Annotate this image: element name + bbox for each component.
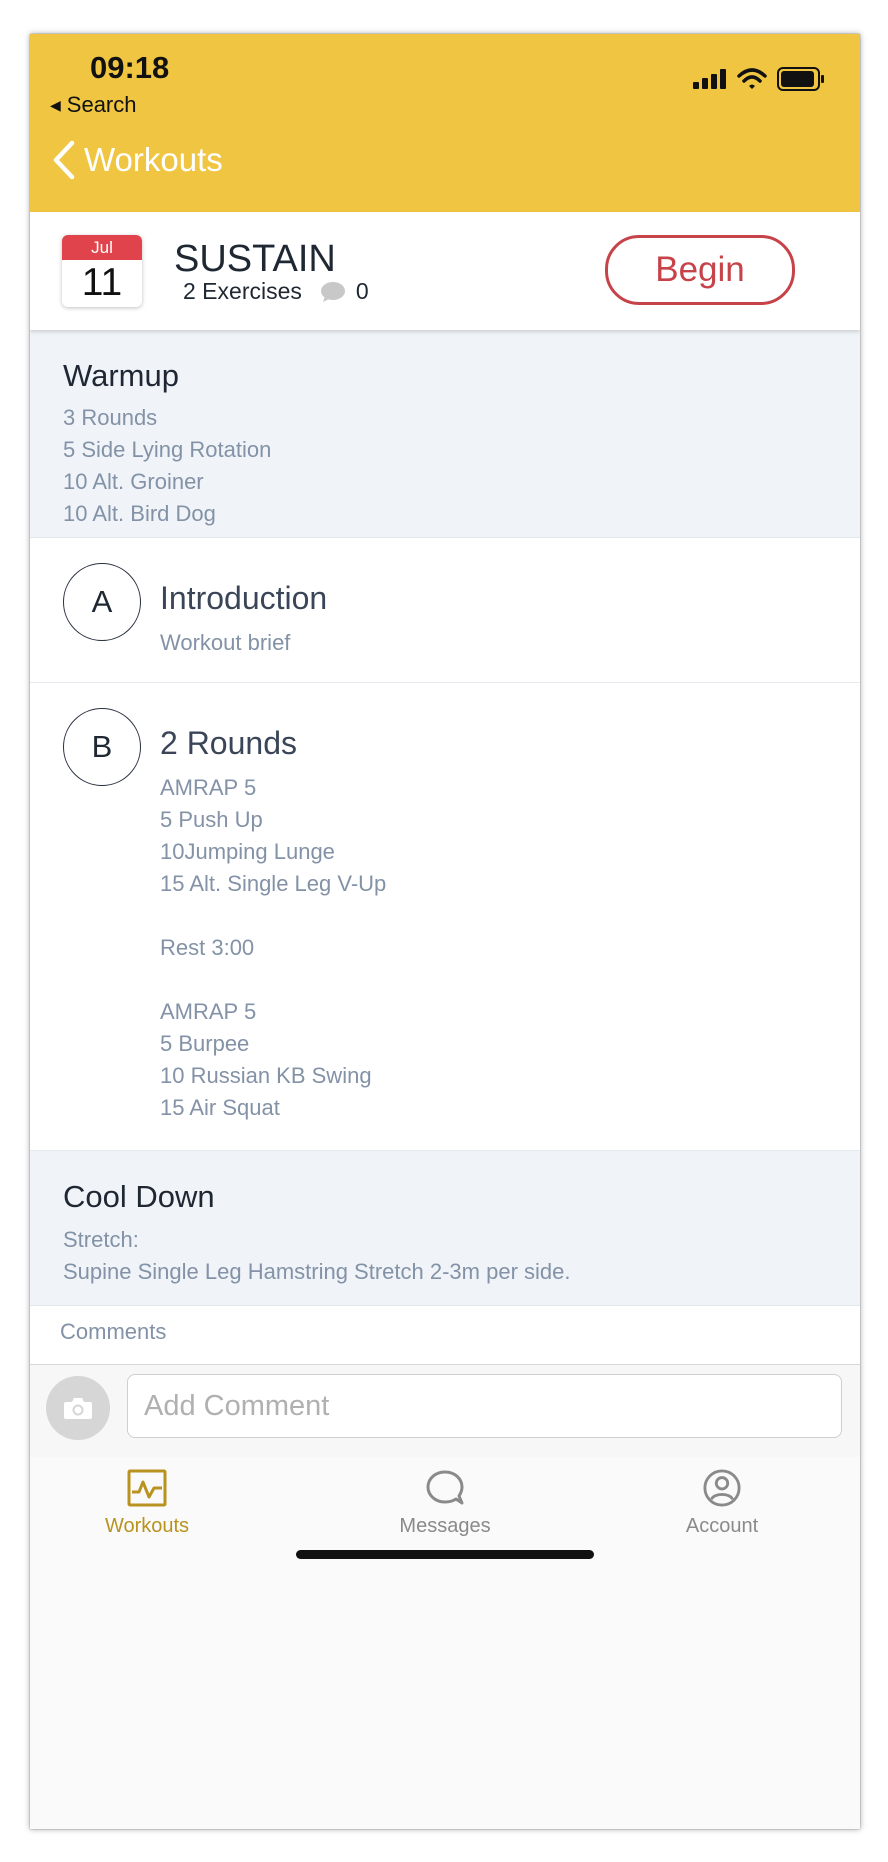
warmup-line: 10 Alt. Bird Dog (63, 501, 216, 526)
exercise-block-a[interactable]: A Introduction Workout brief (30, 538, 860, 683)
cellular-signal-icon (693, 69, 726, 89)
header-bar: 09:18 ◀ Search Workouts (30, 34, 860, 212)
block-description: Workout brief (160, 630, 291, 655)
tab-workouts-label: Workouts (104, 1515, 190, 1537)
block-title: 2 Rounds (160, 725, 297, 761)
block-description: AMRAP 5 5 Push Up 10Jumping Lunge 15 Alt… (160, 775, 387, 1184)
phone-screen: 09:18 ◀ Search Workouts Jul 11 SUSTAIN 2… (30, 34, 860, 1829)
comment-bubble-icon (320, 281, 345, 302)
activity-chart-icon (127, 1469, 167, 1507)
tab-account-label: Account (685, 1515, 759, 1537)
cooldown-details: Stretch: Supine Single Leg Hamstring Str… (63, 1224, 570, 1288)
back-label: Workouts (84, 141, 223, 178)
block-letter-badge: A (63, 563, 141, 641)
user-circle-icon (703, 1469, 741, 1507)
workout-meta: 2 Exercises 0 (183, 278, 369, 305)
tab-messages-label: Messages (399, 1515, 491, 1537)
home-indicator[interactable] (296, 1550, 594, 1559)
warmup-title: Warmup (63, 358, 179, 393)
cooldown-section: Cool Down Stretch: Supine Single Leg Ham… (30, 1151, 860, 1306)
cooldown-line: Stretch: (63, 1227, 139, 1252)
exercise-block-b[interactable]: B 2 Rounds AMRAP 5 5 Push Up 10Jumping L… (30, 683, 860, 1184)
begin-button[interactable]: Begin (605, 235, 795, 305)
camera-button[interactable] (46, 1376, 110, 1440)
status-time: 09:18 (90, 50, 170, 85)
calendar-month: Jul (62, 235, 142, 260)
comments-label: Comments (60, 1319, 167, 1344)
comment-composer (30, 1364, 860, 1458)
warmup-line: 3 Rounds (63, 405, 158, 430)
warmup-line: 10 Alt. Groiner (63, 469, 204, 494)
warmup-line: 5 Side Lying Rotation (63, 437, 272, 462)
calendar-date-icon: Jul 11 (62, 235, 142, 307)
tab-messages[interactable]: Messages (345, 1469, 545, 1538)
camera-icon (64, 1398, 92, 1419)
status-icons (693, 67, 825, 91)
cooldown-line: Supine Single Leg Hamstring Stretch 2-3m… (63, 1259, 571, 1284)
cooldown-title: Cool Down (63, 1179, 215, 1214)
block-letter-badge: B (63, 708, 141, 786)
tab-bar: Workouts Messages Account (30, 1457, 860, 1597)
tab-account[interactable]: Account (622, 1469, 822, 1538)
chevron-left-icon (53, 140, 75, 180)
back-to-workouts-button[interactable]: Workouts (52, 140, 223, 180)
warmup-section: Warmup 3 Rounds 5 Side Lying Rotation 10… (30, 330, 860, 538)
calendar-day: 11 (81, 261, 123, 304)
exercise-count: 2 Exercises (183, 278, 302, 304)
back-triangle-icon: ◀ (50, 96, 61, 113)
warmup-details: 3 Rounds 5 Side Lying Rotation 10 Alt. G… (63, 402, 271, 530)
status-back-to-app[interactable]: ◀ Search (50, 92, 137, 118)
block-title: Introduction (160, 580, 328, 616)
workout-title: SUSTAIN (174, 238, 336, 280)
battery-icon (777, 67, 824, 91)
wifi-icon (737, 68, 767, 89)
status-back-label: Search (66, 92, 137, 117)
tab-workouts[interactable]: Workouts (47, 1469, 247, 1538)
add-comment-input[interactable] (127, 1374, 842, 1438)
workout-summary-card: Jul 11 SUSTAIN 2 Exercises 0 Begin (30, 212, 860, 330)
comment-count: 0 (355, 278, 369, 304)
chat-bubble-icon (426, 1470, 464, 1505)
